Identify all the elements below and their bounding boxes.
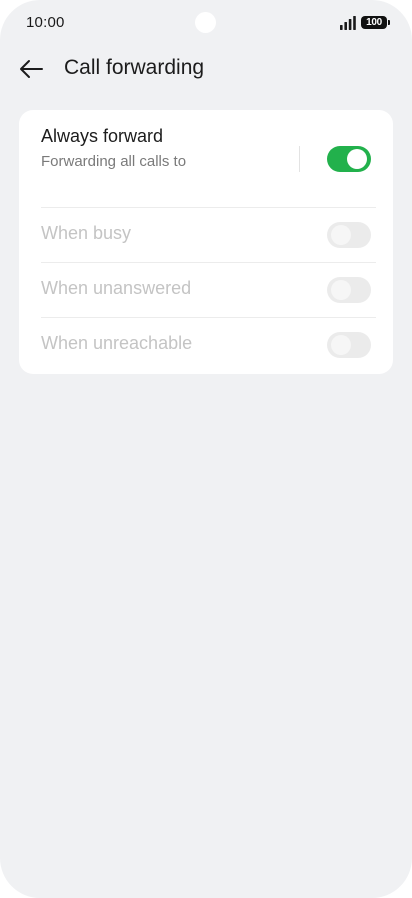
toggle-knob <box>347 149 367 169</box>
status-bar: 10:00 100 <box>0 0 412 46</box>
when-busy-label: When busy <box>41 223 132 243</box>
camera-cutout <box>195 12 216 33</box>
status-time: 10:00 <box>26 14 65 31</box>
phone-screen: 10:00 100 Call forwarding Always forward… <box>0 0 412 898</box>
signal-icon <box>340 16 356 30</box>
row-separator <box>299 146 300 172</box>
always-forward-subtitle: Forwarding all calls to <box>41 153 187 170</box>
always-forward-title: Always forward <box>41 126 164 146</box>
app-header: Call forwarding <box>0 46 412 90</box>
page-title: Call forwarding <box>64 56 205 79</box>
back-button[interactable] <box>14 52 48 86</box>
arrow-left-icon <box>20 60 43 78</box>
toggle-knob <box>331 335 351 355</box>
when-unanswered-toggle[interactable] <box>327 277 371 303</box>
when-unanswered-label: When unanswered <box>41 278 192 298</box>
when-busy-toggle[interactable] <box>327 222 371 248</box>
always-forward-row[interactable]: Always forward Forwarding all calls to <box>19 110 393 207</box>
always-forward-toggle[interactable] <box>327 146 371 172</box>
when-unreachable-label: When unreachable <box>41 333 193 353</box>
when-unreachable-row[interactable]: When unreachable <box>19 317 393 372</box>
forwarding-settings-card: Always forward Forwarding all calls to W… <box>19 110 393 374</box>
when-unanswered-row[interactable]: When unanswered <box>19 262 393 317</box>
when-busy-row[interactable]: When busy <box>19 207 393 262</box>
battery-icon: 100 <box>361 16 390 29</box>
toggle-knob <box>331 225 351 245</box>
toggle-knob <box>331 280 351 300</box>
when-unreachable-toggle[interactable] <box>327 332 371 358</box>
